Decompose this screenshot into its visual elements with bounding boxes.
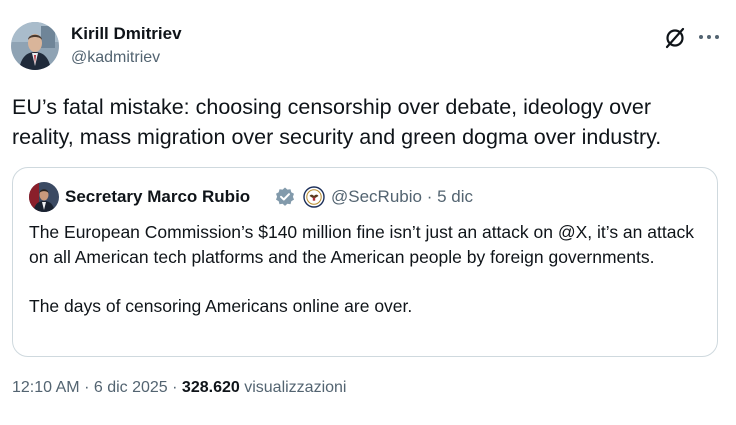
post-footer: 12:10 AM · 6 dic 2025 · 328.620 visualiz…	[12, 379, 346, 397]
post-date[interactable]: 6 dic 2025	[94, 379, 168, 396]
post-time[interactable]: 12:10 AM	[12, 379, 80, 396]
post-container: Kirill Dmitriev @kadmitriev EU’s fatal m…	[0, 0, 736, 425]
quote-meta-separator: ·	[426, 187, 433, 206]
quoted-post[interactable]: Secretary Marco Rubio @SecRubio · 5 dic …	[12, 167, 718, 357]
quote-text: The European Commission’s $140 million f…	[29, 220, 709, 319]
author-handle[interactable]: @kadmitriev	[71, 49, 160, 67]
quote-author-name[interactable]: Secretary Marco Rubio	[65, 187, 250, 207]
government-seal-icon	[303, 186, 325, 208]
views-label: visualizzazioni	[244, 379, 347, 396]
grok-icon[interactable]	[661, 24, 689, 52]
quote-paragraph: The days of censoring Americans online a…	[29, 296, 413, 316]
more-dots-icon[interactable]	[696, 24, 722, 50]
quote-paragraph: The European Commission’s $140 million f…	[29, 222, 694, 267]
quote-author-avatar[interactable]	[29, 182, 59, 212]
quote-meta: @SecRubio · 5 dic	[331, 187, 473, 207]
quote-date[interactable]: 5 dic	[437, 187, 473, 206]
author-avatar[interactable]	[11, 22, 59, 70]
verified-badge-icon	[274, 186, 296, 208]
footer-separator: ·	[84, 379, 90, 396]
quote-author-handle[interactable]: @SecRubio	[331, 187, 422, 206]
post-text: EU’s fatal mistake: choosing censorship …	[12, 95, 662, 149]
author-name[interactable]: Kirill Dmitriev	[71, 24, 182, 44]
footer-separator: ·	[172, 379, 178, 396]
views-count: 328.620	[181, 379, 240, 396]
